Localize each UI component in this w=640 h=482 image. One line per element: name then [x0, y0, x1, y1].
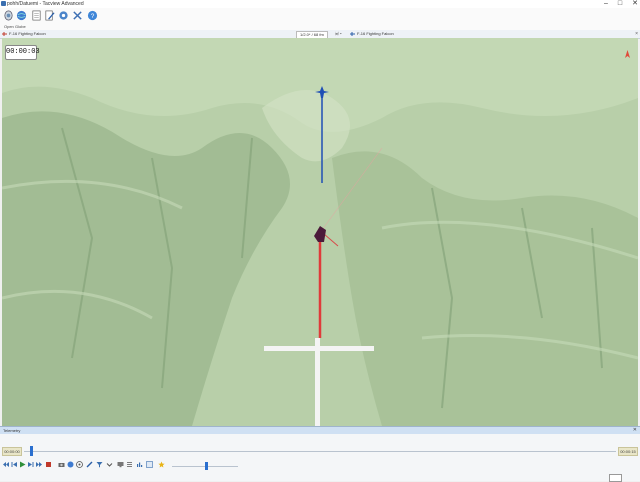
- open-label: Open: [4, 24, 14, 29]
- timeline-thumb[interactable]: [29, 446, 33, 456]
- display-icon[interactable]: [117, 461, 124, 468]
- tools-icon[interactable]: [72, 10, 83, 21]
- chart-icon[interactable]: [136, 461, 143, 468]
- filter-icon[interactable]: [96, 461, 103, 468]
- speed-thumb[interactable]: [205, 462, 208, 470]
- panel-close-icon[interactable]: ✕: [630, 427, 637, 434]
- rewind-icon[interactable]: [3, 461, 10, 468]
- play-icon[interactable]: [19, 461, 26, 468]
- globe-view-icon[interactable]: [67, 461, 74, 468]
- panel-title: Telemetry: [3, 428, 21, 433]
- minimize-button[interactable]: –: [604, 0, 608, 8]
- document-icon[interactable]: [31, 10, 42, 21]
- terrain-scene: [2, 38, 638, 426]
- elapsed-timer: 00:00:03: [5, 45, 40, 60]
- playback-controls: [0, 460, 640, 470]
- star-icon[interactable]: [158, 461, 165, 468]
- plane-red-icon: [2, 32, 7, 36]
- window-title: pohh/Datuemi - Tacview Advanced: [7, 1, 84, 7]
- close-button[interactable]: ✕: [632, 0, 638, 8]
- ribbon-close-icon[interactable]: ×: [635, 30, 638, 38]
- playback-panel: Telemetry ✕ 00:00:00 00:00:15: [0, 426, 640, 482]
- window-mode-icon[interactable]: [609, 474, 622, 482]
- open-icon[interactable]: [3, 10, 14, 21]
- pencil-icon[interactable]: [86, 461, 93, 468]
- svg-text:?: ?: [91, 13, 95, 20]
- edit-icon[interactable]: [44, 10, 55, 21]
- target-icon[interactable]: [76, 461, 83, 468]
- settings-icon[interactable]: [58, 10, 69, 21]
- stop-icon[interactable]: [45, 461, 52, 468]
- camera-icon[interactable]: [58, 461, 65, 468]
- help-icon[interactable]: ?: [87, 10, 98, 21]
- plane-blue-icon: [350, 32, 355, 36]
- timeline-track[interactable]: [24, 451, 616, 452]
- view-selector[interactable]: 🗐 ▾: [335, 31, 342, 37]
- title-bar: pohh/Datuemi - Tacview Advanced – □ ✕: [0, 0, 640, 8]
- list-icon[interactable]: [126, 461, 133, 468]
- main-toolbar: Open Globe ?: [0, 8, 640, 31]
- panel-title-bar: Telemetry ✕: [0, 427, 640, 434]
- app-icon: [1, 1, 6, 6]
- left-object-label[interactable]: F-16 Fighting Falcon: [9, 30, 46, 38]
- right-object-label[interactable]: F-16 Fighting Falcon: [357, 30, 394, 38]
- end-time: 00:00:15: [618, 447, 638, 456]
- dropdown-icon[interactable]: [106, 461, 113, 468]
- maximize-button[interactable]: □: [618, 0, 622, 8]
- step-forward-icon[interactable]: [27, 461, 34, 468]
- globe-icon[interactable]: [16, 10, 27, 21]
- globe-label: Globe: [15, 24, 26, 29]
- 3d-view[interactable]: 00:00:03: [2, 38, 638, 426]
- start-time: 00:00:00: [2, 447, 22, 456]
- fast-forward-icon[interactable]: [35, 461, 42, 468]
- step-back-icon[interactable]: [11, 461, 18, 468]
- layers-icon[interactable]: [146, 461, 153, 468]
- north-indicator-icon: [625, 50, 630, 58]
